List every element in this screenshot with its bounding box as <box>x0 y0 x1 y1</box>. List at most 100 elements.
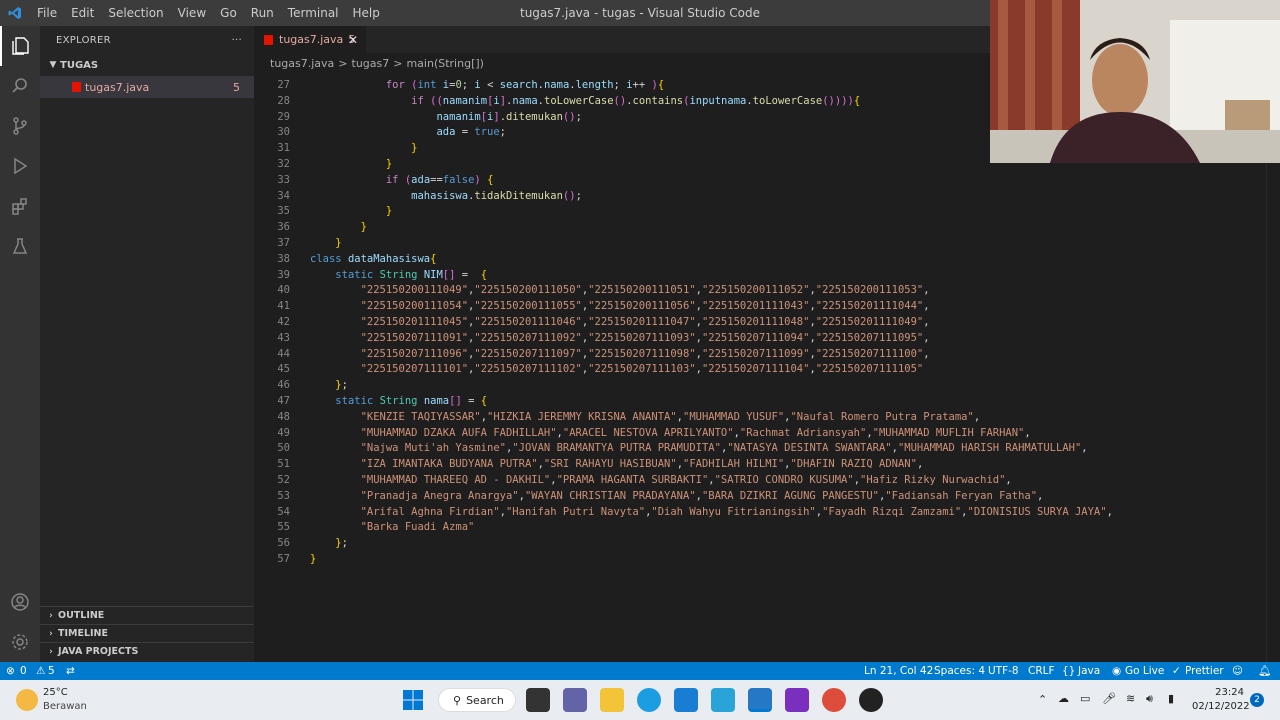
menu-file[interactable]: File <box>30 0 64 26</box>
folder-tugas[interactable]: ▼ TUGAS <box>40 54 254 76</box>
clock-time[interactable]: 23:24 <box>1208 687 1244 698</box>
code-line[interactable]: static String NIM[] = { <box>310 267 487 283</box>
code-line[interactable]: }; <box>310 377 348 393</box>
weather-desc[interactable]: Berawan <box>43 701 87 712</box>
file-explorer-icon[interactable] <box>600 688 624 712</box>
encoding[interactable]: UTF-8 <box>988 662 1019 680</box>
more-actions-icon[interactable]: ··· <box>232 35 242 46</box>
bell-icon[interactable]: 🔔︎ <box>1258 662 1271 680</box>
clock-date[interactable]: 02/12/2022 <box>1192 701 1250 712</box>
wifi-icon[interactable]: ≋ <box>1126 692 1135 705</box>
tab-tugas7[interactable]: tugas7.java 5 ✕ <box>254 26 366 53</box>
line-number: 55 <box>277 521 290 534</box>
recorder-icon[interactable] <box>859 688 883 712</box>
vscode-window: File Edit Selection View Go Run Terminal… <box>0 0 1280 720</box>
indentation[interactable]: Spaces: 4 <box>934 662 985 680</box>
windows-start-icon[interactable] <box>401 688 425 712</box>
code-line[interactable]: "MUHAMMAD DZAKA AUFA FADHILLAH","ARACEL … <box>310 425 1031 441</box>
section-java-projects[interactable]: › JAVA PROJECTS <box>40 642 254 660</box>
sync-icon[interactable]: ⇄ <box>66 662 75 680</box>
code-line[interactable]: "225150200111049","225150200111050","225… <box>310 282 930 298</box>
code-line[interactable]: "Barka Fuadi Azma" <box>310 519 475 535</box>
code-line[interactable]: } <box>310 551 316 567</box>
settings-gear-icon[interactable] <box>0 622 40 662</box>
menu-run[interactable]: Run <box>244 0 281 26</box>
menu-help[interactable]: Help <box>346 0 387 26</box>
app-l-icon[interactable] <box>711 688 735 712</box>
store-icon[interactable] <box>674 688 698 712</box>
chevron-up-icon[interactable]: ⌃ <box>1038 693 1047 706</box>
code-line[interactable]: "Arifal Aghna Firdian","Hanifah Putri Na… <box>310 504 1113 520</box>
prettier-button[interactable]: Prettier <box>1185 662 1224 680</box>
figma-icon[interactable] <box>785 688 809 712</box>
code-line[interactable]: ada = true; <box>310 124 506 140</box>
code-line[interactable]: "IZA IMANTAKA BUDYANA PUTRA","SRI RAHAYU… <box>310 456 924 472</box>
microphone-icon[interactable]: 🎤︎ <box>1102 692 1116 705</box>
problems-warnings[interactable]: 5 <box>48 662 55 680</box>
code-line[interactable]: static String nama[] = { <box>310 393 487 409</box>
code-line[interactable]: "225150200111054","225150200111055","225… <box>310 298 930 314</box>
search-icon[interactable] <box>0 66 40 106</box>
run-debug-icon[interactable] <box>0 146 40 186</box>
code-line[interactable]: }; <box>310 535 348 551</box>
code-line[interactable]: mahasiswa.tidakDitemukan(); <box>310 188 582 204</box>
testing-icon[interactable] <box>0 226 40 266</box>
accounts-icon[interactable] <box>0 582 40 622</box>
code-line[interactable]: "225150201111045","225150201111046","225… <box>310 314 930 330</box>
code-line[interactable]: "225150207111091","225150207111092","225… <box>310 330 930 346</box>
edge-browser-icon[interactable] <box>637 688 661 712</box>
task-view-icon[interactable] <box>526 688 550 712</box>
chrome-icon[interactable] <box>822 688 846 712</box>
display-icon[interactable]: ▭ <box>1080 692 1090 705</box>
code-line[interactable]: class dataMahasiswa{ <box>310 251 436 267</box>
go-live-button[interactable]: Go Live <box>1125 662 1164 680</box>
code-line[interactable]: "225150207111096","225150207111097","225… <box>310 346 930 362</box>
code-line[interactable]: "225150207111101","225150207111102","225… <box>310 361 924 377</box>
code-line[interactable]: } <box>310 156 392 172</box>
breadcrumb-method[interactable]: main(String[]) <box>406 57 483 70</box>
cursor-position[interactable]: Ln 21, Col 42 <box>864 662 933 680</box>
explorer-icon[interactable] <box>0 26 40 66</box>
code-line[interactable]: "Pranadja Anegra Anargya","WAYAN CHRISTI… <box>310 488 1044 504</box>
menu-terminal[interactable]: Terminal <box>281 0 346 26</box>
code-line[interactable]: "KENZIE TAQIYASSAR","HIZKIA JEREMMY KRIS… <box>310 409 981 425</box>
breadcrumb-class[interactable]: tugas7 <box>352 57 390 70</box>
code-line[interactable]: } <box>310 219 367 235</box>
menu-go[interactable]: Go <box>213 0 244 26</box>
code-line[interactable]: for (int i=0; i < search.nama.length; i+… <box>310 77 664 93</box>
vscode-taskbar-icon[interactable] <box>748 688 772 712</box>
webcam-overlay <box>990 0 1280 163</box>
extensions-icon[interactable] <box>0 186 40 226</box>
source-control-icon[interactable] <box>0 106 40 146</box>
volume-icon[interactable]: 🔊︎ <box>1146 692 1153 706</box>
weather-temp[interactable]: 25°C <box>43 687 68 698</box>
taskbar-search[interactable]: ⚲ Search <box>438 688 516 712</box>
file-item-tugas7[interactable]: tugas7.java 5 <box>40 76 254 98</box>
weather-icon[interactable] <box>16 689 38 711</box>
code-line[interactable]: } <box>310 140 417 156</box>
menu-view[interactable]: View <box>171 0 213 26</box>
code-line[interactable]: } <box>310 235 341 251</box>
menu-edit[interactable]: Edit <box>64 0 101 26</box>
code-line[interactable]: namanim[i].ditemukan(); <box>310 109 581 125</box>
breadcrumb-file[interactable]: tugas7.java <box>270 57 334 70</box>
code-line[interactable]: "Najwa Muti'ah Yasmine","JOVAN BRAMANTYA… <box>310 440 1088 456</box>
battery-icon[interactable]: ▮ <box>1168 692 1174 705</box>
feedback-icon[interactable]: ☺ <box>1232 662 1243 680</box>
notification-badge[interactable]: 2 <box>1250 693 1264 707</box>
language-mode[interactable]: Java <box>1078 662 1100 680</box>
onedrive-icon[interactable]: ☁ <box>1058 692 1069 705</box>
section-timeline[interactable]: › TIMELINE <box>40 624 254 642</box>
code-line[interactable]: "MUHAMMAD THAREEQ AD - DAKHIL","PRAMA HA… <box>310 472 1012 488</box>
chevron-right-icon: › <box>49 628 53 639</box>
teams-chat-icon[interactable] <box>563 688 587 712</box>
menu-selection[interactable]: Selection <box>101 0 170 26</box>
code-line[interactable]: if ((namanim[i].nama.toLowerCase().conta… <box>310 93 860 109</box>
code-line[interactable]: if (ada==false) { <box>310 172 494 188</box>
section-outline[interactable]: › OUTLINE <box>40 606 254 624</box>
end-of-line[interactable]: CRLF <box>1028 662 1055 680</box>
remote-icon[interactable]: ⊗ <box>6 662 15 680</box>
close-icon[interactable]: ✕ <box>348 33 358 47</box>
problems-errors[interactable]: 0 <box>20 662 27 680</box>
code-line[interactable]: } <box>310 203 392 219</box>
